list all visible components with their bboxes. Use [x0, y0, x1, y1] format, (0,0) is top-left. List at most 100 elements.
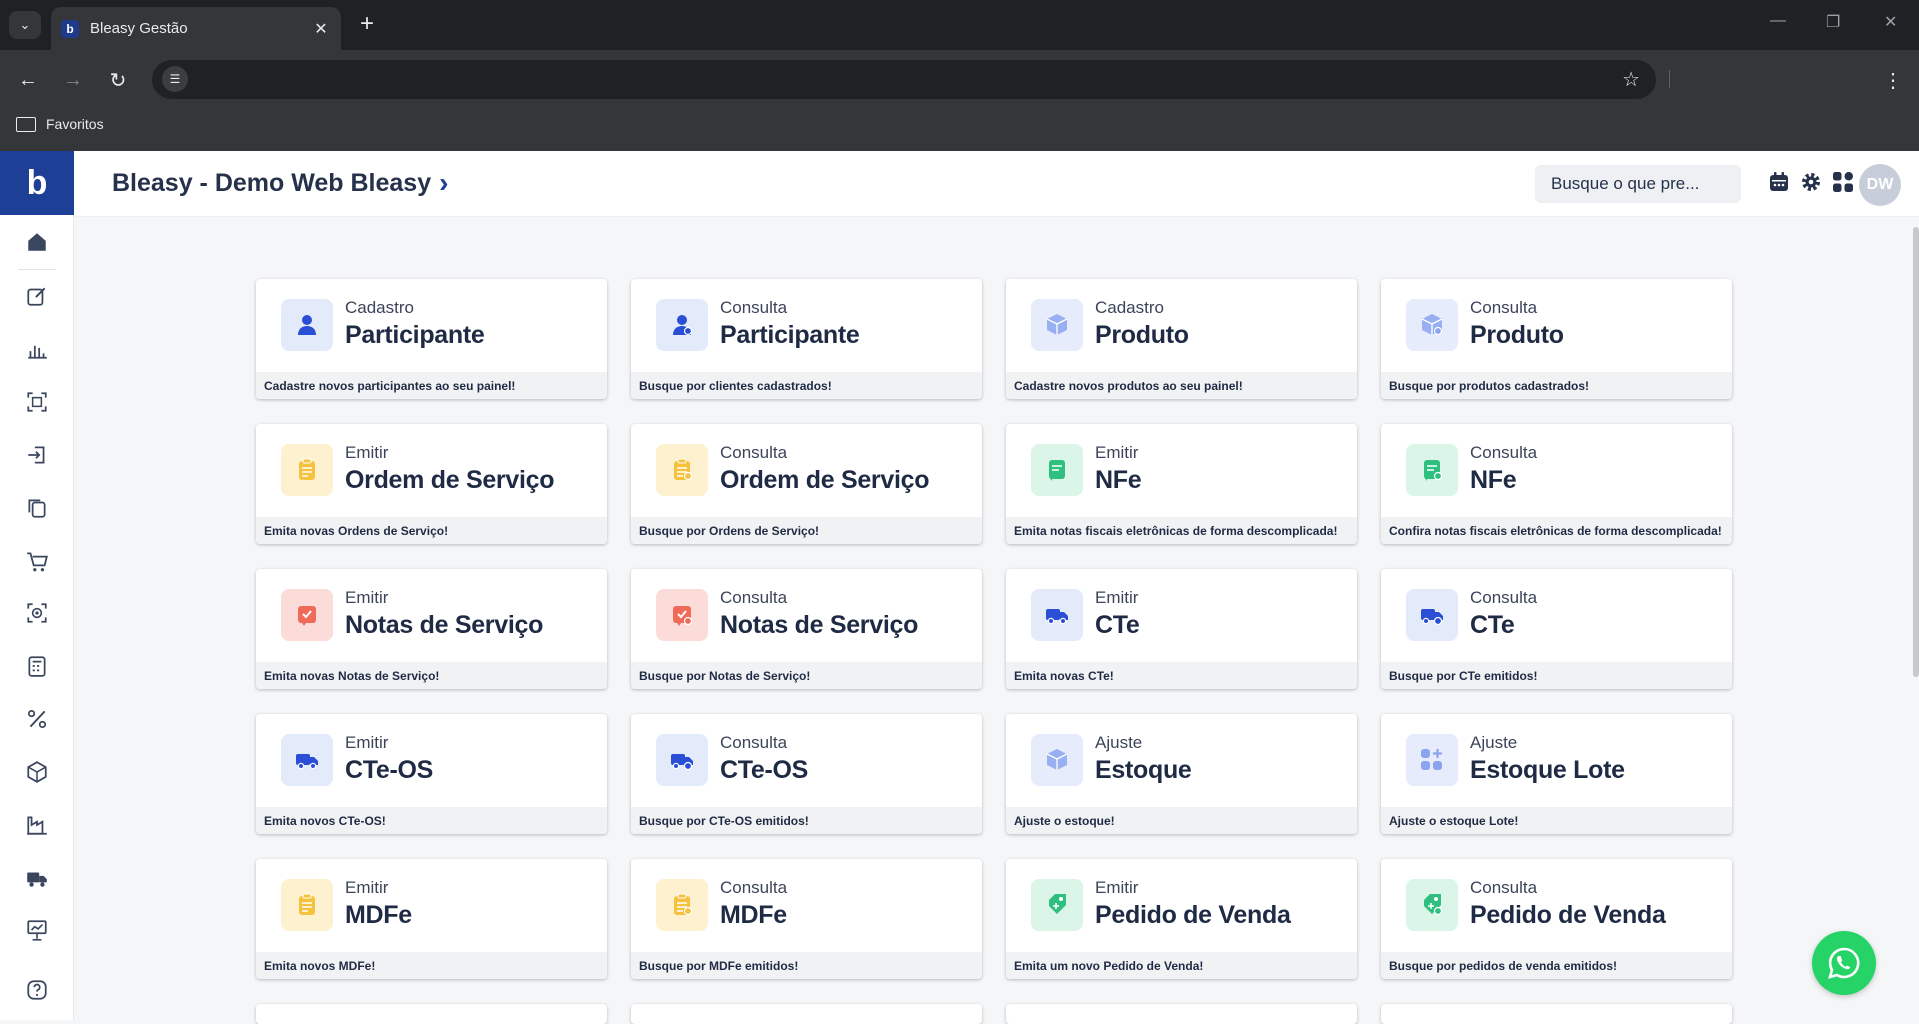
- truck-search-icon: [1421, 609, 1443, 626]
- bookmark-favoritos[interactable]: Favoritos: [16, 116, 104, 132]
- restore-icon[interactable]: ❐: [1826, 12, 1840, 32]
- card-text: Ajuste Estoque: [1095, 733, 1192, 785]
- sidebar-item[interactable]: [0, 974, 74, 1006]
- sidebar-item[interactable]: [0, 386, 74, 418]
- search-input[interactable]: [1535, 165, 1741, 203]
- shortcut-card-partial[interactable]: [631, 1004, 982, 1024]
- sidebar-item[interactable]: [0, 650, 74, 682]
- shortcut-card[interactable]: Emitir Notas de Serviço Emita novas Notas …: [256, 569, 607, 689]
- sidebar-item[interactable]: [0, 439, 74, 471]
- browser-tab[interactable]: b Bleasy Gestão ✕: [51, 7, 341, 50]
- shortcut-card[interactable]: Consulta Ordem de Serviço Busque por Orden…: [631, 424, 982, 544]
- sidebar-item[interactable]: [0, 280, 74, 312]
- card-icon-box: [1031, 879, 1083, 931]
- card-action: Consulta: [720, 878, 788, 897]
- sidebar-item[interactable]: [0, 545, 74, 577]
- cube-icon: [27, 761, 47, 783]
- apps-grid-icon[interactable]: [1832, 171, 1854, 193]
- login-icon: [28, 446, 45, 464]
- new-tab-plus-icon[interactable]: +: [352, 9, 382, 39]
- sidebar-item[interactable]: [0, 914, 74, 946]
- browser-menu-icon[interactable]: ⋮: [1877, 64, 1909, 96]
- tab-close-icon[interactable]: ✕: [311, 19, 331, 39]
- sidebar-item[interactable]: [0, 226, 74, 258]
- minimize-icon[interactable]: —: [1770, 12, 1786, 30]
- calendar-icon[interactable]: [1768, 171, 1790, 193]
- app-logo[interactable]: b: [0, 151, 74, 215]
- sidebar-item[interactable]: [0, 597, 74, 629]
- shortcut-card[interactable]: Emitir CTe Emita novas CTe!: [1006, 569, 1357, 689]
- bookmark-star-icon[interactable]: ☆: [1622, 67, 1640, 92]
- shortcut-card-partial[interactable]: [1006, 1004, 1357, 1024]
- card-description: Emita novas Notas de Serviço!: [256, 662, 607, 689]
- card-body: Cadastro Produto: [1006, 279, 1357, 372]
- shortcut-card[interactable]: Consulta CTe Busque por CTe emitidos!: [1381, 569, 1732, 689]
- sidebar-item[interactable]: [0, 333, 74, 365]
- back-arrow-icon[interactable]: ←: [12, 64, 44, 96]
- service-note-search-icon: [673, 606, 693, 626]
- card-text: Ajuste Estoque Lote: [1470, 733, 1625, 785]
- forward-arrow-icon[interactable]: →: [57, 64, 89, 96]
- shortcut-card-partial[interactable]: [256, 1004, 607, 1024]
- shortcut-card[interactable]: Consulta Pedido de Venda Busque por pedido…: [1381, 859, 1732, 979]
- shortcut-card[interactable]: Emitir Ordem de Serviço Emita novas Ordens…: [256, 424, 607, 544]
- box-adjust-icon: [1046, 749, 1068, 770]
- card-icon-box: [1031, 589, 1083, 641]
- shortcut-card[interactable]: Ajuste Estoque Ajuste o estoque!: [1006, 714, 1357, 834]
- shortcut-card[interactable]: Emitir NFe Emita notas fiscais eletrônicas…: [1006, 424, 1357, 544]
- sidebar-item[interactable]: [0, 492, 74, 524]
- box-add-icon: [1046, 314, 1068, 335]
- address-bar[interactable]: ☰ ☆: [152, 60, 1656, 99]
- sidebar-item[interactable]: [0, 703, 74, 735]
- shortcut-card[interactable]: Emitir CTe-OS Emita novos CTe-OS!: [256, 714, 607, 834]
- shortcut-card[interactable]: Consulta Notas de Serviço Busque por Notas…: [631, 569, 982, 689]
- card-body: Consulta Participante: [631, 279, 982, 372]
- sidebar-item[interactable]: [0, 862, 74, 894]
- site-settings-icon[interactable]: ☰: [162, 66, 188, 92]
- card-description: Cadastre novos produtos ao seu painel!: [1006, 372, 1357, 399]
- page-scrollbar[interactable]: [1913, 227, 1919, 677]
- sidebar-item[interactable]: [0, 809, 74, 841]
- percent-icon: [27, 709, 47, 729]
- card-body: Emitir MDFe: [256, 859, 607, 952]
- shortcut-card[interactable]: Emitir MDFe Emita novos MDFe!: [256, 859, 607, 979]
- card-icon-box: [656, 589, 708, 641]
- truck-search-icon: [671, 754, 693, 771]
- gear-icon[interactable]: [1800, 171, 1822, 193]
- tag-add-icon: [1049, 894, 1066, 914]
- card-text: Cadastro Produto: [1095, 298, 1189, 350]
- card-body: Emitir Ordem de Serviço: [256, 424, 607, 517]
- whatsapp-icon: [1828, 947, 1860, 979]
- card-icon-box: [656, 299, 708, 351]
- factory-icon: [27, 816, 47, 835]
- avatar[interactable]: DW: [1859, 164, 1901, 206]
- shortcut-card[interactable]: Emitir Pedido de Venda Emita um novo Pedid…: [1006, 859, 1357, 979]
- sidebar-item[interactable]: [0, 756, 74, 788]
- tab-search-chevron-icon[interactable]: ⌄: [9, 11, 41, 39]
- company-selector[interactable]: Bleasy - Demo Web Bleasy ›: [112, 167, 448, 199]
- folder-icon: [16, 116, 36, 132]
- shortcut-card[interactable]: Consulta NFe Confira notas fiscais eletrôn…: [1381, 424, 1732, 544]
- shortcut-card-partial[interactable]: [1381, 1004, 1732, 1024]
- card-text: Emitir CTe-OS: [345, 733, 433, 785]
- reload-icon[interactable]: ↻: [102, 64, 134, 96]
- shortcut-card[interactable]: Consulta MDFe Busque por MDFe emitidos!: [631, 859, 982, 979]
- whatsapp-button[interactable]: [1812, 931, 1876, 995]
- card-title: Pedido de Venda: [1095, 901, 1291, 929]
- card-title: NFe: [1095, 466, 1142, 494]
- card-title: CTe-OS: [720, 756, 809, 784]
- card-action: Consulta: [1470, 588, 1538, 607]
- shortcut-card[interactable]: Consulta Produto Busque por produtos cadas…: [1381, 279, 1732, 399]
- card-description: Cadastre novos participantes ao seu pain…: [256, 372, 607, 399]
- card-text: Consulta NFe: [1470, 443, 1537, 495]
- scan-icon: [27, 392, 47, 412]
- shortcut-card[interactable]: Cadastro Produto Cadastre novos produtos a…: [1006, 279, 1357, 399]
- clipboard-check-icon: [299, 893, 315, 915]
- shortcut-card[interactable]: Ajuste Estoque Lote Ajuste o estoque Lote!: [1381, 714, 1732, 834]
- shortcut-card[interactable]: Consulta Participante Busque por clientes …: [631, 279, 982, 399]
- window-close-icon[interactable]: ✕: [1884, 12, 1897, 32]
- favicon: b: [61, 19, 79, 38]
- shortcut-card[interactable]: Cadastro Participante Cadastre novos parti…: [256, 279, 607, 399]
- shortcut-card[interactable]: Consulta CTe-OS Busque por CTe-OS emitidos…: [631, 714, 982, 834]
- card-title: Estoque: [1095, 756, 1192, 784]
